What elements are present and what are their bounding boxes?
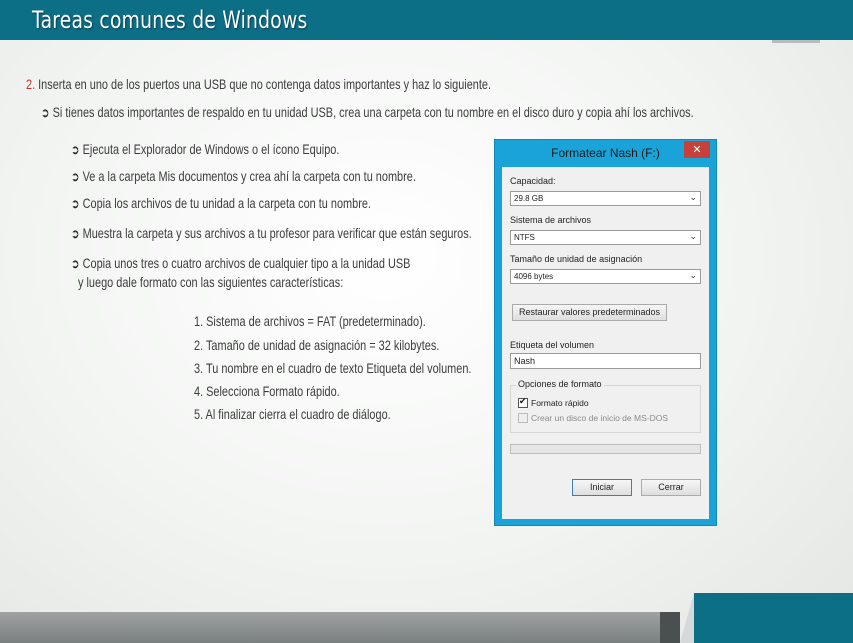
arrow-bullet-icon: ➲: [71, 142, 80, 157]
bullet-text: Copia los archivos de tu unidad a la car…: [82, 195, 371, 211]
filesystem-label: Sistema de archivos: [510, 215, 592, 225]
bullet-item: ➲ Muestra la carpeta y sus archivos a tu …: [71, 225, 472, 242]
step-number: 2.: [26, 76, 36, 92]
start-button[interactable]: Iniciar: [572, 479, 632, 496]
format-progress-bar: [510, 444, 701, 454]
bullet-item: ➲ Ve a la carpeta Mis documentos y crea a…: [71, 168, 416, 185]
title-band: Tareas comunes de Windows: [0, 0, 853, 40]
capacity-value: 29.8 GB: [514, 194, 544, 203]
alloc-unit-select[interactable]: 4096 bytes ⌄: [510, 269, 701, 284]
volume-label-caption: Etiqueta del volumen: [510, 340, 595, 350]
arrow-bullet-icon: ➲: [71, 196, 80, 211]
bullet-continuation: y luego dale formato con las siguientes …: [78, 274, 344, 290]
alloc-unit-label: Tamaño de unidad de asignación: [510, 254, 643, 264]
chevron-down-icon: ⌄: [689, 192, 697, 202]
chevron-down-icon: ⌄: [689, 231, 697, 241]
format-options-group: Opciones de formato Formato rápido Crear…: [510, 379, 701, 433]
bullet-text: Muestra la carpeta y sus archivos a tu p…: [82, 225, 472, 241]
slide-title: Tareas comunes de Windows: [32, 6, 308, 34]
format-dialog: Formatear Nash (F:) ✕ Capacidad: 29.8 GB…: [494, 139, 717, 526]
format-step: 5. Al finalizar cierra el cuadro de diál…: [194, 406, 391, 422]
bullet-text: Ejecuta el Explorador de Windows o el íc…: [82, 141, 340, 157]
bullet-item: ➲ Ejecuta el Explorador de Windows o el í…: [71, 141, 339, 158]
capacity-label: Capacidad:: [510, 176, 556, 186]
quick-format-checkbox[interactable]: [518, 396, 528, 408]
format-step: 3. Tu nombre en el cuadro de texto Etiqu…: [194, 360, 472, 376]
arrow-bullet-icon: ➲: [41, 105, 50, 120]
quick-format-label: Formato rápido: [531, 398, 589, 408]
restore-defaults-button[interactable]: Restaurar valores predeterminados: [512, 304, 667, 321]
msdos-startup-checkbox[interactable]: [518, 413, 528, 423]
bullet-item: ➲ Copia unos tres o cuatro archivos de cu…: [71, 255, 410, 272]
close-icon[interactable]: ✕: [684, 141, 710, 158]
filesystem-select[interactable]: NTFS ⌄: [510, 230, 701, 245]
volume-label-input[interactable]: Nash: [510, 353, 701, 369]
alloc-unit-value: 4096 bytes: [514, 272, 554, 281]
format-step: 4. Selecciona Formato rápido.: [194, 383, 340, 399]
note-text: Si tienes datos importantes de respaldo …: [52, 104, 694, 120]
footer-accent: [660, 612, 680, 643]
capacity-select[interactable]: 29.8 GB ⌄: [510, 191, 701, 206]
footer-corner-decoration: [680, 593, 694, 643]
format-options-label: Opciones de formato: [516, 379, 604, 389]
note-line: ➲ Si tienes datos importantes de respaldo…: [41, 104, 694, 121]
cancel-close-button[interactable]: Cerrar: [641, 479, 701, 496]
dialog-title: Formatear Nash (F:): [551, 146, 660, 160]
dialog-client-area: Capacidad: 29.8 GB ⌄ Sistema de archivos…: [502, 167, 709, 519]
chevron-down-icon: ⌄: [689, 270, 697, 280]
msdos-startup-label: Crear un disco de inicio de MS-DOS: [531, 413, 669, 423]
step-2-line: 2. Inserta en uno de los puertos una USB…: [26, 76, 491, 92]
bullet-item: ➲ Copia los archivos de tu unidad a la ca…: [71, 195, 371, 212]
bullet-text: Ve a la carpeta Mis documentos y crea ah…: [82, 168, 416, 184]
format-step: 1. Sistema de archivos = FAT (predetermi…: [194, 313, 426, 329]
arrow-bullet-icon: ➲: [71, 169, 80, 184]
arrow-bullet-icon: ➲: [71, 226, 80, 241]
footer-bar: [0, 612, 680, 643]
filesystem-value: NTFS: [514, 233, 535, 242]
arrow-bullet-icon: ➲: [71, 256, 80, 271]
step-text: Inserta en uno de los puertos una USB qu…: [38, 76, 492, 92]
title-tab-decoration: [772, 40, 820, 43]
footer-teal-block: [694, 593, 853, 643]
format-step: 2. Tamaño de unidad de asignación = 32 k…: [194, 337, 440, 353]
bullet-text: Copia unos tres o cuatro archivos de cua…: [82, 255, 411, 271]
